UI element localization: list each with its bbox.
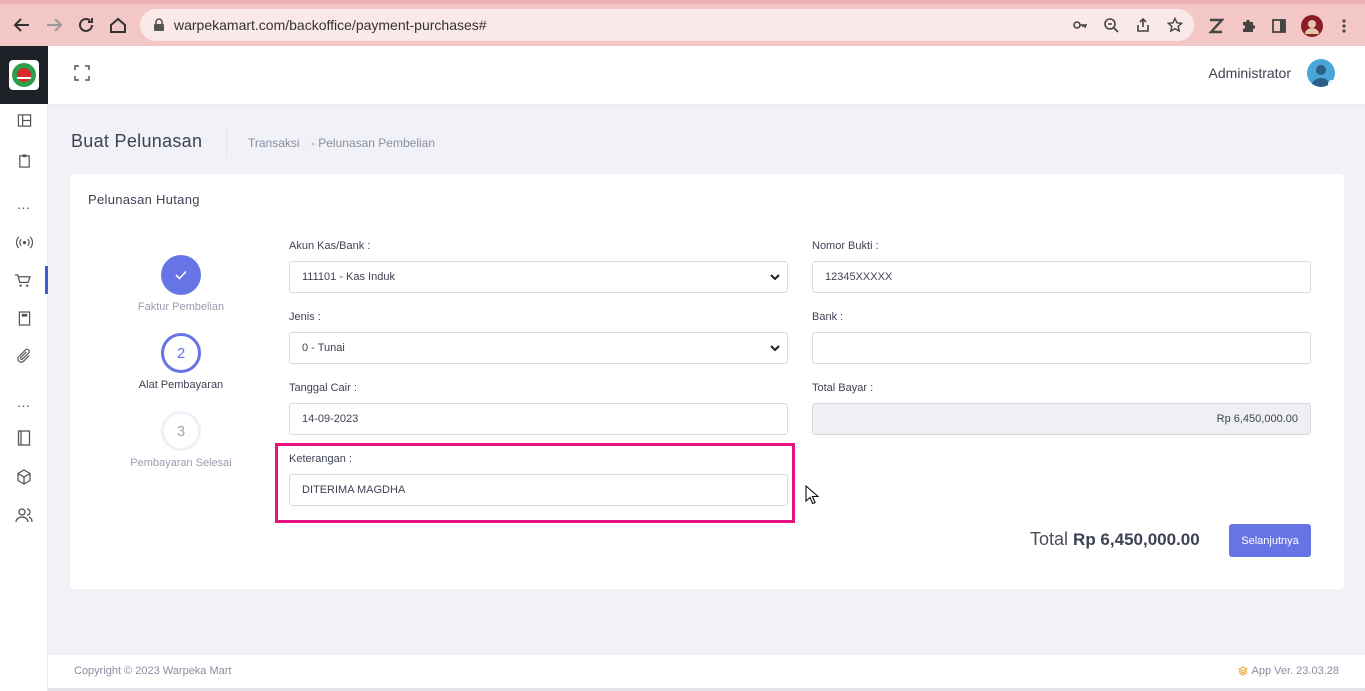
user-name[interactable]: Administrator [1209, 65, 1291, 81]
reload-icon[interactable] [74, 13, 98, 37]
nomor-bukti-value: 12345XXXXX [825, 271, 893, 283]
dashboard-icon[interactable] [0, 106, 48, 134]
card-title: Pelunasan Hutang [88, 192, 200, 207]
bank-input[interactable] [812, 332, 1311, 364]
akun-label: Akun Kas/Bank : [289, 240, 371, 252]
keterangan-highlight-box [275, 443, 795, 523]
total-bayar-label: Total Bayar : [812, 382, 874, 394]
profile-avatar-icon[interactable] [1301, 15, 1323, 37]
book-icon[interactable] [0, 424, 48, 452]
breadcrumb-item-pelunasan-pembelian[interactable]: - Pelunasan Pembelian [311, 136, 435, 150]
chevron-down-icon [770, 274, 780, 281]
nomor-bukti-label: Nomor Bukti : [812, 240, 879, 252]
check-icon [161, 255, 201, 295]
app-version-text: App Ver. 23.03.28 [1251, 665, 1339, 677]
total-bayar-value: Rp 6,450,000.00 [1216, 413, 1298, 425]
clipboard-icon[interactable] [0, 146, 48, 174]
chevron-down-icon [770, 345, 780, 352]
nomor-bukti-input[interactable]: 12345XXXXX [812, 261, 1311, 293]
step-label: Faktur Pembelian [137, 301, 225, 313]
step-label: Alat Pembayaran [138, 379, 224, 391]
z-extension-icon[interactable] [1205, 15, 1227, 37]
step-pembayaran-selesai[interactable]: 3 Pembayaran Selesai [116, 411, 246, 469]
back-icon[interactable] [10, 13, 34, 37]
layers-icon [1237, 666, 1248, 676]
page-title: Buat Pelunasan [71, 131, 203, 151]
copyright-text: Copyright © 2023 Warpeka Mart [74, 665, 232, 677]
akun-select[interactable]: 111101 - Kas Induk [289, 261, 788, 293]
calculator-icon[interactable] [0, 304, 48, 332]
online-status-dot [1328, 80, 1335, 87]
tanggal-input[interactable]: 14-09-2023 [289, 403, 788, 435]
users-icon[interactable] [0, 501, 48, 529]
total-label: Total [1030, 529, 1069, 549]
star-icon[interactable] [1166, 16, 1184, 34]
breadcrumb-item-transaksi[interactable]: Transaksi [248, 136, 300, 150]
total-bayar-field: Rp 6,450,000.00 [812, 403, 1311, 435]
box-icon[interactable] [0, 463, 48, 491]
step-label: Pembayaran Selesai [130, 457, 232, 469]
share-icon[interactable] [1134, 16, 1152, 34]
total-summary: Total Rp 6,450,000.00 [1030, 529, 1200, 550]
app-version: App Ver. 23.03.28 [1237, 665, 1339, 677]
mouse-cursor-icon [805, 484, 820, 505]
tanggal-label: Tanggal Cair : [289, 382, 357, 394]
total-amount: Rp 6,450,000.00 [1073, 530, 1200, 549]
step-faktur-pembelian[interactable]: Faktur Pembelian [116, 255, 246, 313]
section-divider-dots-2: … [16, 394, 32, 410]
title-divider [226, 127, 227, 157]
next-button[interactable]: Selanjutnya [1229, 524, 1311, 557]
user-avatar[interactable] [1307, 59, 1335, 87]
browser-toolbar: warpekamart.com/backoffice/payment-purch… [0, 0, 1365, 46]
broadcast-icon[interactable] [0, 228, 48, 256]
step-number: 2 [161, 333, 201, 373]
payment-card: Pelunasan Hutang Faktur Pembelian 2 Alat… [70, 174, 1344, 589]
step-number: 3 [161, 411, 201, 451]
brand-logo[interactable] [0, 46, 48, 104]
paperclip-icon[interactable] [0, 342, 48, 370]
zoom-icon[interactable] [1102, 16, 1120, 34]
sidebar: … … [0, 46, 48, 691]
address-bar[interactable]: warpekamart.com/backoffice/payment-purch… [140, 9, 1194, 41]
puzzle-icon[interactable] [1237, 15, 1259, 37]
sidepanel-icon[interactable] [1268, 15, 1290, 37]
jenis-label: Jenis : [289, 311, 321, 323]
bank-label: Bank : [812, 311, 844, 323]
breadcrumb: Transaksi - Pelunasan Pembelian [248, 136, 443, 150]
step-alat-pembayaran[interactable]: 2 Alat Pembayaran [116, 333, 246, 391]
jenis-select[interactable]: 0 - Tunai [289, 332, 788, 364]
cart-icon[interactable] [0, 266, 48, 294]
jenis-value: 0 - Tunai [302, 342, 345, 354]
lock-icon [150, 16, 168, 34]
home-icon[interactable] [106, 13, 130, 37]
url-text: warpekamart.com/backoffice/payment-purch… [174, 17, 487, 33]
logo-icon [9, 60, 39, 90]
menu-kebab-icon[interactable] [1333, 15, 1355, 37]
tanggal-value: 14-09-2023 [302, 413, 359, 425]
key-icon[interactable] [1071, 16, 1089, 34]
forward-icon[interactable] [42, 13, 66, 37]
fullscreen-icon[interactable] [74, 65, 90, 81]
akun-value: 111101 - Kas Induk [302, 271, 395, 283]
section-divider-dots: … [16, 196, 32, 212]
top-header: Administrator [48, 46, 1365, 104]
footer: Copyright © 2023 Warpeka Mart App Ver. 2… [48, 655, 1365, 691]
